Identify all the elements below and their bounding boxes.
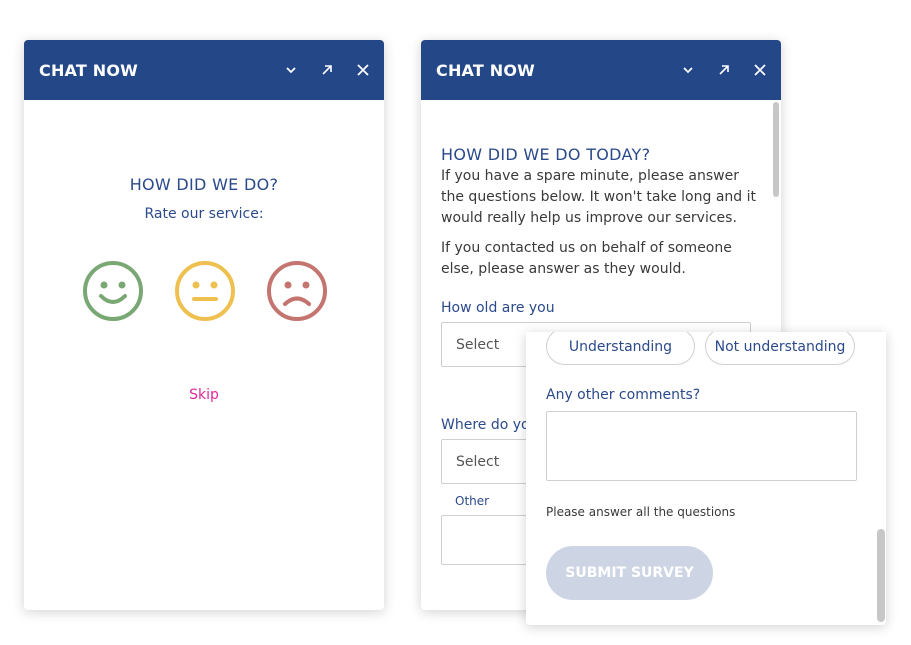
arrow-up-right-icon[interactable] xyxy=(316,59,338,81)
rating-faces xyxy=(82,260,328,322)
smiley-happy-icon[interactable] xyxy=(82,260,144,322)
chevron-down-icon[interactable] xyxy=(280,59,302,81)
scrollbar-thumb[interactable] xyxy=(877,529,885,622)
chat-title: CHAT NOW xyxy=(436,60,535,80)
survey-intro: If you have a spare minute, please answe… xyxy=(441,168,756,226)
scrollbar-thumb[interactable] xyxy=(773,102,779,197)
comments-label: Any other comments? xyxy=(546,387,701,403)
close-icon[interactable] xyxy=(352,59,374,81)
survey-intro-2: If you contacted us on behalf of someone… xyxy=(441,240,732,277)
comments-input[interactable] xyxy=(546,411,857,481)
smiley-neutral-icon[interactable] xyxy=(174,260,236,322)
submit-survey-button[interactable]: SUBMIT SURVEY xyxy=(546,546,713,600)
option-not-understanding[interactable]: Not understanding xyxy=(705,332,855,365)
skip-link[interactable]: Skip xyxy=(24,387,384,403)
chat-header: CHAT NOW xyxy=(421,40,781,100)
option-understanding[interactable]: Understanding xyxy=(546,332,695,365)
age-label: How old are you xyxy=(441,300,555,316)
close-icon[interactable] xyxy=(749,59,771,81)
chat-title: CHAT NOW xyxy=(39,60,138,80)
rating-subtitle: Rate our service: xyxy=(144,206,264,222)
chevron-down-icon[interactable] xyxy=(677,59,699,81)
survey-title: HOW DID WE DO TODAY? xyxy=(441,145,651,164)
validation-warning: Please answer all the questions xyxy=(546,505,736,519)
chat-widget-rating: CHAT NOW HOW DID WE DO? Rate our service… xyxy=(24,40,384,610)
arrow-up-right-icon[interactable] xyxy=(713,59,735,81)
rating-question: HOW DID WE DO? xyxy=(129,175,279,194)
chat-header: CHAT NOW xyxy=(24,40,384,100)
smiley-sad-icon[interactable] xyxy=(266,260,328,322)
survey-overlay-card: Understanding Not understanding Any othe… xyxy=(526,332,886,625)
